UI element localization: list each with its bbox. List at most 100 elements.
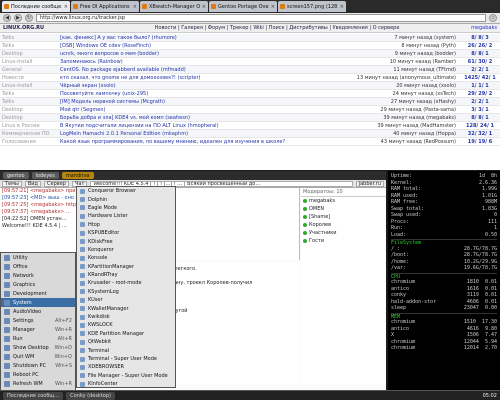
browser-tab[interactable]: Free DI Applications … ×: [71, 1, 139, 12]
forum-cell[interactable]: Linux в России: [0, 123, 60, 129]
submenu-item[interactable]: KRandRTray: [77, 271, 175, 279]
site-nav[interactable]: Новости | Галерея | Форум | Трекер | Wik…: [83, 25, 471, 31]
count-cell[interactable]: 1425/ 42/ 1: [460, 75, 500, 81]
submenu-item[interactable]: XDEBROWSER: [77, 363, 175, 371]
menu-item[interactable]: Office: [1, 262, 75, 271]
count-cell[interactable]: 1/ 1/ 1: [460, 83, 500, 89]
im-menu-item[interactable]: Вид: [24, 180, 41, 187]
menu-item[interactable]: Reboot PC: [1, 370, 75, 379]
count-cell[interactable]: 8/ 8/ 1: [460, 51, 500, 57]
site-logo[interactable]: LINUX.ORG.RU: [3, 25, 83, 31]
forum-cell[interactable]: Talks: [0, 43, 60, 49]
menu-item[interactable]: Development: [1, 289, 75, 298]
submenu-item[interactable]: Krusader - root-mode: [77, 279, 175, 287]
forum-cell[interactable]: Desktop: [0, 115, 60, 121]
submenu-item[interactable]: KWSLOCK: [77, 321, 175, 329]
topic-link[interactable]: В Якутии подсчитали лицензии на ПО ALT L…: [60, 123, 330, 129]
browser-tab[interactable]: Последние сообще… ×: [2, 1, 70, 12]
menu-item[interactable]: Show Desktop Win+D: [1, 343, 75, 352]
submenu-item[interactable]: KDiskFree: [77, 237, 175, 245]
menu-item[interactable]: Utility: [1, 253, 75, 262]
menu-item[interactable]: Run Alt+R: [1, 334, 75, 343]
count-cell[interactable]: 29/ 29/ 2: [460, 91, 500, 97]
taskbar-button[interactable]: Conky (desktop): [66, 391, 115, 400]
reload-icon[interactable]: ↻: [25, 14, 33, 22]
im-menu-item[interactable]: Темы: [2, 180, 22, 187]
topic-link[interactable]: Moй qtr (Segmen): [60, 107, 330, 113]
forum-cell[interactable]: Коммерческое ПО: [0, 131, 60, 137]
submenu-item[interactable]: Kwikdisk: [77, 313, 175, 321]
forum-cell[interactable]: Linux-install: [0, 59, 60, 65]
topic-link[interactable]: Борьба добра и зла] KDE4 vs. мой комп (s…: [60, 115, 330, 121]
topic-link[interactable]: Посоветуйте лампочку (unix-295): [60, 91, 330, 97]
topic-link[interactable]: Чёрный экран (xsolo): [60, 83, 330, 89]
user-link[interactable]: megabaks: [471, 25, 497, 31]
roster-item[interactable]: Гости: [301, 237, 386, 245]
submenu-item[interactable]: QtWebkit: [77, 338, 175, 346]
forum-cell[interactable]: General: [0, 67, 60, 73]
close-icon[interactable]: ×: [271, 4, 275, 10]
browser-tab[interactable]: Gentoo Portage Ove… ×: [209, 1, 277, 12]
submenu-item[interactable]: Htop: [77, 221, 175, 229]
browser-tab[interactable]: screen157.png (128… ×: [278, 1, 346, 12]
browser-tab[interactable]: XBwatch-Manager O… ×: [140, 1, 208, 12]
forum-cell[interactable]: Talks: [0, 91, 60, 97]
menu-item[interactable]: System: [1, 298, 75, 307]
count-cell[interactable]: 2/ 2/ 1: [460, 67, 500, 73]
count-cell[interactable]: 61/ 30/ 2: [460, 59, 500, 65]
count-cell[interactable]: 8/ 8/ 1: [460, 115, 500, 121]
submenu-item[interactable]: KWalletManager: [77, 304, 175, 312]
menu-item[interactable]: Network: [1, 271, 75, 280]
topic-link[interactable]: [как. феникс] А у вас такое было? (rhumo…: [60, 35, 330, 41]
forum-cell[interactable]: Голосования: [0, 139, 60, 145]
forum-cell[interactable]: Desktop: [0, 51, 60, 57]
submenu-item[interactable]: File Manager - Super User Mode: [77, 372, 175, 380]
submenu-item[interactable]: Terminal - Super User Mode: [77, 355, 175, 363]
roster-item[interactable]: Королев: [301, 221, 386, 229]
submenu-item[interactable]: Hardware Lister: [77, 212, 175, 220]
roster-item[interactable]: OMEN: [301, 205, 386, 213]
topic-link[interactable]: LogMeln Hamachi 2.0.1 Personal Edition (…: [60, 131, 330, 137]
count-cell[interactable]: 8/ 8/ 3: [460, 35, 500, 41]
url-bar[interactable]: http://www.linux.org.ru/tracker.jsp: [36, 14, 486, 22]
jid-label[interactable]: jabber.ru: [355, 180, 384, 187]
close-icon[interactable]: ×: [202, 4, 206, 10]
menu-item[interactable]: Refresh WM Win+R: [1, 379, 75, 388]
forum-cell[interactable]: Talks: [0, 35, 60, 41]
back-icon[interactable]: ◀: [3, 14, 11, 22]
submenu-item[interactable]: KUser: [77, 296, 175, 304]
menu-item[interactable]: AudioVideo: [1, 307, 75, 316]
menu-item[interactable]: Quit WM Win+Q: [1, 352, 75, 361]
panel-tab[interactable]: mandriva: [61, 172, 94, 179]
roster-item[interactable]: Участники: [301, 229, 386, 237]
forum-cell[interactable]: Talks: [0, 99, 60, 105]
roster-item[interactable]: megabaks: [301, 197, 386, 205]
submenu-item[interactable]: Konsole: [77, 254, 175, 262]
star-icon[interactable]: ☆: [489, 14, 497, 22]
submenu-item[interactable]: Dolphin: [77, 195, 175, 203]
forum-cell[interactable]: Desktop: [0, 107, 60, 113]
menu-item[interactable]: Graphics: [1, 280, 75, 289]
submenu-item[interactable]: KInfoCenter: [77, 380, 175, 388]
topic-link[interactable]: [OSB] Windows OE cdev (RoseFinch): [60, 43, 330, 49]
topic-link[interactable]: Какой язык программирования, по вашему м…: [60, 139, 330, 145]
taskbar-button[interactable]: Последние сообщ…: [3, 391, 64, 400]
panel-tab[interactable]: lodeyes: [31, 172, 59, 179]
submenu-item[interactable]: Terminal: [77, 346, 175, 354]
submenu-item[interactable]: Konqueror: [77, 246, 175, 254]
submenu-item[interactable]: Conqueror Browser: [77, 187, 175, 195]
count-cell[interactable]: 128/ 24/ 1: [460, 123, 500, 129]
count-cell[interactable]: 2/ 2/ 1: [460, 99, 500, 105]
topic-link[interactable]: CentOS. No package ejabberd available (m…: [60, 67, 330, 73]
topic-link[interactable]: ucnrk, много вопросов о мем (bodder): [60, 51, 330, 57]
submenu-item[interactable]: Eagle Mode: [77, 204, 175, 212]
submenu-item[interactable]: KDE Partition Manager: [77, 330, 175, 338]
count-cell[interactable]: 19/ 19/ 6: [460, 139, 500, 145]
submenu-item[interactable]: KPartitionManager: [77, 263, 175, 271]
close-icon[interactable]: ×: [340, 4, 344, 10]
forum-cell[interactable]: Новости: [0, 75, 60, 81]
count-cell[interactable]: 26/ 26/ 2: [460, 43, 500, 49]
roster-item[interactable]: [Shame]: [301, 213, 386, 221]
im-menu-item[interactable]: Сервер: [44, 180, 69, 187]
forum-cell[interactable]: Linux-install: [0, 83, 60, 89]
